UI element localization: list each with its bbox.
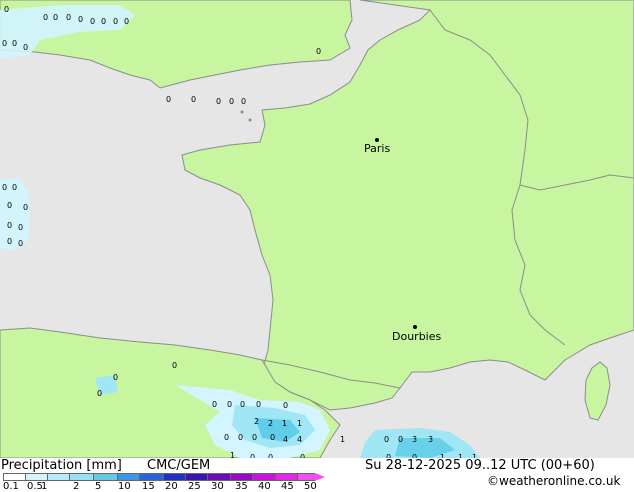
- precip-value: 0: [97, 389, 103, 398]
- scale-tick-label: 20: [165, 481, 178, 492]
- precip-value: 0: [7, 221, 13, 230]
- precip-value: 0: [12, 183, 18, 192]
- precip-value: 0: [53, 13, 59, 22]
- precip-value: 0: [90, 17, 96, 26]
- precip-value: 0: [384, 435, 390, 444]
- precip-value: 1: [340, 435, 346, 444]
- precip-value: 3: [412, 435, 418, 444]
- precip-value: 0: [7, 201, 13, 210]
- precip-value: 0: [113, 17, 119, 26]
- scale-tick-label: 0.1: [3, 481, 19, 492]
- scale-swatch: [139, 473, 163, 481]
- precip-value: 0: [66, 13, 72, 22]
- precip-value: 0: [23, 203, 29, 212]
- precip-value: 0: [124, 17, 130, 26]
- scale-swatch: [47, 473, 69, 481]
- scale-swatch: [3, 473, 25, 481]
- precip-value: 0: [212, 400, 218, 409]
- precip-value: 0: [23, 43, 29, 52]
- precip-value: 4: [297, 435, 303, 444]
- credit-text: ©weatheronline.co.uk: [487, 474, 621, 488]
- precip-value: 3: [428, 435, 434, 444]
- precip-value: 0: [18, 239, 24, 248]
- precip-value: 0: [283, 401, 289, 410]
- legend-title: Precipitation [mm]: [1, 458, 122, 473]
- precip-value: 0: [113, 373, 119, 382]
- scale-tick-label: 2: [73, 481, 80, 492]
- precip-value: 0: [7, 237, 13, 246]
- color-scale: [3, 473, 325, 481]
- scale-swatch: [207, 473, 230, 481]
- precip-value: 0: [101, 17, 107, 26]
- scale-swatch: [69, 473, 93, 481]
- scale-tick-label: 50: [304, 481, 317, 492]
- scale-tick-label: 45: [281, 481, 294, 492]
- scale-tick-label: 5: [95, 481, 102, 492]
- scale-tick-label: 1: [41, 481, 48, 492]
- precip-value: 0: [238, 433, 244, 442]
- forecast-datetime: Su 28-12-2025 09..12 UTC (00+60): [365, 458, 595, 473]
- precip-value: 0: [4, 5, 10, 14]
- precip-value: 0: [227, 400, 233, 409]
- scale-swatch: [117, 473, 139, 481]
- map-graphic: [0, 0, 634, 458]
- precip-value: 0: [166, 95, 172, 104]
- scale-swatch: [275, 473, 297, 481]
- scale-swatch: [163, 473, 185, 481]
- scale-tick-label: 35: [235, 481, 248, 492]
- precip-value: 0: [316, 47, 322, 56]
- scale-tick-label: 30: [211, 481, 224, 492]
- scale-tick-label: 15: [142, 481, 155, 492]
- city-label-dourbies: Dourbies: [392, 330, 442, 343]
- precip-value: 0: [252, 433, 258, 442]
- precip-value: 0: [2, 39, 8, 48]
- precip-value: 0: [256, 400, 262, 409]
- scale-swatch: [252, 473, 275, 481]
- precip-value: 0: [12, 39, 18, 48]
- precip-value: 1: [282, 419, 288, 428]
- precip-value: 1: [297, 419, 303, 428]
- scale-swatch: [297, 473, 315, 481]
- scale-tick-label: 40: [258, 481, 271, 492]
- precip-value: 0: [241, 97, 247, 106]
- precip-value: 0: [78, 15, 84, 24]
- precip-value: 2: [268, 419, 274, 428]
- precip-value: 0: [191, 95, 197, 104]
- precip-value: 0: [2, 183, 8, 192]
- precip-value: 0: [18, 223, 24, 232]
- scale-swatch: [230, 473, 252, 481]
- precip-value: 0: [224, 433, 230, 442]
- forecast-map: Paris Dourbies 0000000000000000000000000…: [0, 0, 634, 458]
- precip-value: 0: [229, 97, 235, 106]
- city-label-paris: Paris: [364, 142, 391, 155]
- scale-tick-label: 25: [188, 481, 201, 492]
- model-name: CMC/GEM: [147, 458, 211, 473]
- dourbies-marker: [413, 325, 417, 329]
- precip-value: 2: [254, 417, 260, 426]
- precip-value: 0: [240, 400, 246, 409]
- precip-value: 0: [216, 97, 222, 106]
- precip-value: 4: [283, 435, 289, 444]
- precip-value: 0: [398, 435, 404, 444]
- scale-arrow: [315, 473, 325, 481]
- scale-swatch: [25, 473, 47, 481]
- precip-value: 0: [172, 361, 178, 370]
- precip-value: 0: [270, 433, 276, 442]
- precip-value: 0: [43, 13, 49, 22]
- scale-tick-label: 10: [118, 481, 131, 492]
- scale-swatch: [185, 473, 207, 481]
- scale-swatch: [93, 473, 117, 481]
